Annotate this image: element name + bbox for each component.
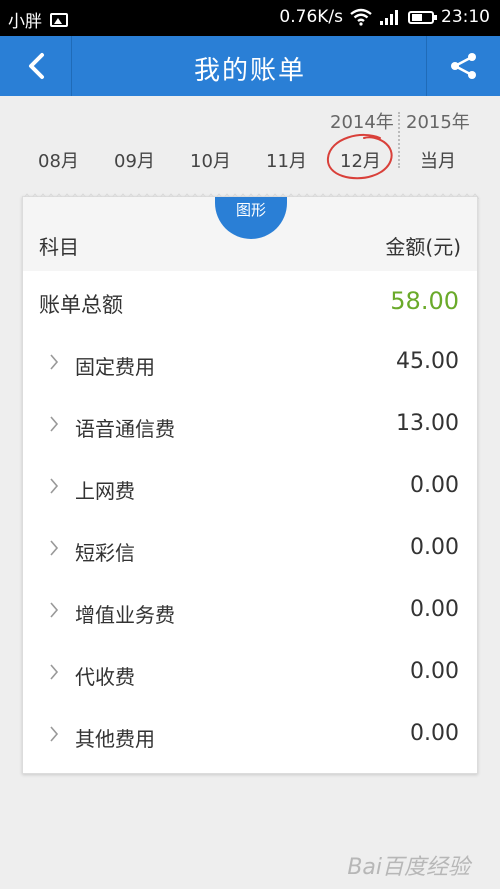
bill-item-row-collection[interactable]: 代收费 0.00: [23, 657, 477, 697]
bill-card: 科目 金额(元) 图形 账单总额 58.00 固定费用 45.00 语音通信费 …: [22, 193, 479, 774]
bill-item-label: 语音通信费: [75, 417, 175, 441]
bill-item-row-value-added[interactable]: 增值业务费 0.00: [23, 595, 477, 635]
bill-item-row-sms[interactable]: 短彩信 0.00: [23, 533, 477, 573]
month-tab-10[interactable]: 10月: [190, 147, 231, 173]
bill-item-value: 0.00: [410, 659, 459, 684]
bill-item-value: 0.00: [410, 597, 459, 622]
month-tab-current[interactable]: 当月: [420, 147, 456, 173]
bill-item-label: 代收费: [75, 665, 135, 689]
chevron-right-icon: [50, 416, 59, 432]
selected-month-circle: [326, 133, 393, 180]
app-bar: 我的账单: [0, 36, 500, 96]
bill-item-value: 0.00: [410, 535, 459, 560]
bill-item-value: 45.00: [396, 349, 459, 374]
bill-item-row-voice[interactable]: 语音通信费 13.00: [23, 409, 477, 449]
bill-total-value: 58.00: [390, 287, 459, 315]
chevron-right-icon: [50, 540, 59, 556]
network-speed: 0.76K/s: [279, 7, 343, 27]
carrier-label: 小胖: [8, 12, 42, 32]
image-notification-icon: [50, 12, 68, 27]
bill-item-label: 短彩信: [75, 541, 135, 565]
month-tab-09[interactable]: 09月: [114, 147, 155, 173]
chevron-right-icon: [50, 664, 59, 680]
bill-item-label: 增值业务费: [75, 603, 175, 627]
wifi-icon: [350, 8, 372, 26]
month-tab-08[interactable]: 08月: [38, 147, 79, 173]
chevron-right-icon: [50, 726, 59, 742]
bill-item-row-other[interactable]: 其他费用 0.00: [23, 719, 477, 759]
bill-item-value: 0.00: [410, 721, 459, 746]
bill-item-label: 上网费: [75, 479, 135, 503]
bill-item-value: 0.00: [410, 473, 459, 498]
share-icon: [450, 53, 476, 79]
share-button[interactable]: [426, 36, 500, 96]
clock: 23:10: [441, 7, 490, 27]
item-column-header: 科目: [39, 235, 79, 259]
bill-item-row-fixed[interactable]: 固定费用 45.00: [23, 347, 477, 387]
month-selector: 08月 09月 10月 11月 12月 当月: [0, 147, 500, 173]
signal-icon: [380, 10, 398, 25]
page-title: 我的账单: [193, 56, 306, 86]
status-bar: 小胖 0.76K/s 23:10: [0, 0, 500, 36]
chevron-right-icon: [50, 478, 59, 494]
bill-item-row-internet[interactable]: 上网费 0.00: [23, 471, 477, 511]
bill-item-value: 13.00: [396, 411, 459, 436]
amount-column-header: 金额(元): [385, 235, 461, 259]
chevron-right-icon: [50, 602, 59, 618]
bill-item-label: 其他费用: [75, 727, 155, 751]
year-row: 2014年 2015年: [0, 108, 500, 133]
month-tab-11[interactable]: 11月: [266, 147, 307, 173]
year-label-2014: 2014年: [330, 112, 394, 133]
bill-item-label: 固定费用: [75, 355, 155, 379]
battery-icon: [408, 10, 437, 24]
year-label-2015: 2015年: [406, 112, 470, 133]
bill-total-label: 账单总额: [39, 293, 123, 317]
chevron-right-icon: [50, 354, 59, 370]
baidu-watermark: Bai百度经验: [347, 855, 470, 880]
